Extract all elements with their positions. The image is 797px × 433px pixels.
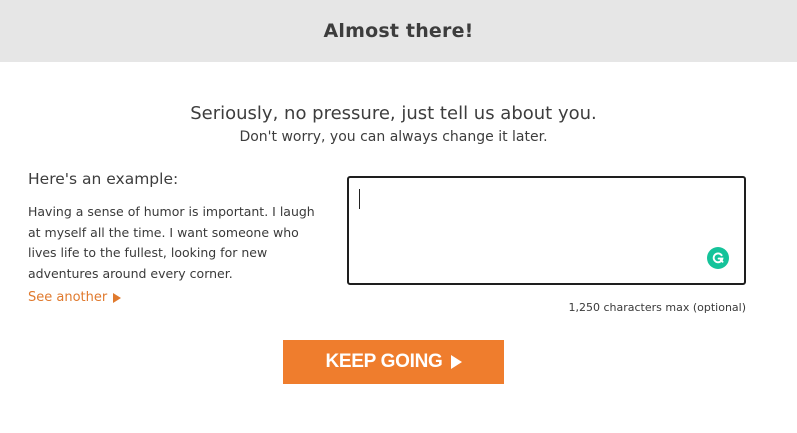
example-label: Here's an example: (28, 170, 179, 188)
play-icon (450, 355, 462, 369)
subheadline: Don't worry, you can always change it la… (239, 129, 548, 145)
page: Almost there! Seriously, no pressure, ju… (0, 0, 797, 433)
headline: Seriously, no pressure, just tell us abo… (190, 103, 597, 124)
about-you-textarea[interactable] (349, 178, 744, 283)
example-text: Having a sense of humor is important. I … (28, 204, 315, 281)
see-another-link[interactable]: See another (28, 290, 122, 305)
keep-going-button[interactable]: KEEP GOING (283, 340, 504, 384)
play-icon (113, 292, 122, 303)
grammarly-g-glyph (712, 252, 724, 264)
page-title: Almost there! (323, 20, 474, 42)
keep-going-label: KEEP GOING (325, 351, 443, 372)
grammarly-icon[interactable] (707, 247, 729, 269)
text-cursor (359, 189, 360, 209)
see-another-label: See another (28, 290, 108, 305)
char-limit-hint: 1,250 characters max (optional) (568, 301, 746, 314)
about-you-textarea-container[interactable] (347, 176, 746, 285)
page-header: Almost there! (0, 0, 797, 62)
